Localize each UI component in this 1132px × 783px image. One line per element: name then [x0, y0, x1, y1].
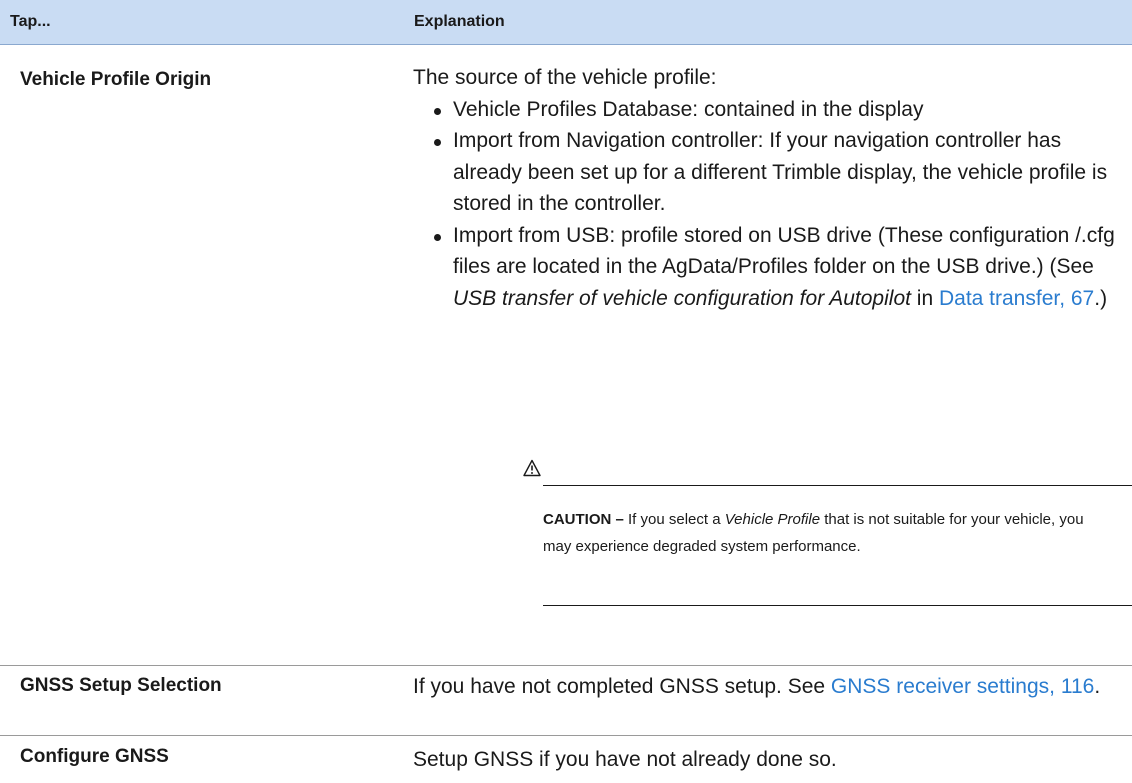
- column-header-tap: Tap...: [10, 13, 51, 30]
- bullet-italic-reference: USB transfer of vehicle configuration fo…: [453, 286, 911, 310]
- caution-italic-term: Vehicle Profile: [724, 511, 821, 528]
- list-item: Vehicle Profiles Database: contained in …: [431, 94, 1118, 126]
- bullet-text-end: .): [1094, 286, 1108, 310]
- data-transfer-link[interactable]: Data transfer, 67: [939, 287, 1094, 310]
- row-explanation-configure-gnss: Setup GNSS if you have not already done …: [413, 748, 837, 771]
- table-header: Tap... Explanation: [0, 0, 1132, 45]
- bullet-text: Import from USB: profile stored on USB d…: [453, 223, 1115, 279]
- caution-text-part: If you select a: [623, 511, 725, 528]
- bullet-dot-icon: [434, 139, 441, 146]
- explanation-text-end: .: [1094, 675, 1101, 698]
- row-label-vehicle-profile-origin: Vehicle Profile Origin: [20, 69, 212, 90]
- row-explanation-vehicle-profile-origin: The source of the vehicle profile: Vehic…: [413, 62, 1118, 314]
- list-item: Import from Navigation controller: If yo…: [431, 125, 1118, 220]
- caution-divider-bottom: [543, 605, 1132, 606]
- warning-triangle-icon: [523, 459, 541, 477]
- bullet-dot-icon: [434, 233, 441, 241]
- caution-text: CAUTION – If you select a Vehicle Profil…: [543, 506, 1103, 560]
- bullet-text-connector: in: [910, 286, 939, 310]
- table-row-configure-gnss: Configure GNSS Setup GNSS if you have no…: [0, 736, 1132, 783]
- caution-divider-top: [543, 485, 1132, 486]
- table-row-gnss-setup-selection: GNSS Setup Selection If you have not com…: [0, 666, 1132, 735]
- row-label-configure-gnss: Configure GNSS: [20, 746, 169, 767]
- bullet-list: Vehicle Profiles Database: contained in …: [413, 94, 1118, 315]
- caution-note: CAUTION – If you select a Vehicle Profil…: [523, 459, 1132, 635]
- column-header-explanation: Explanation: [414, 13, 505, 30]
- bullet-dot-icon: [434, 107, 441, 115]
- row-label-gnss-setup-selection: GNSS Setup Selection: [20, 675, 222, 696]
- gnss-receiver-settings-link[interactable]: GNSS receiver settings, 116: [831, 675, 1094, 698]
- bullet-text: Vehicle Profiles Database: contained in …: [453, 97, 924, 121]
- row-explanation-gnss-setup-selection: If you have not completed GNSS setup. Se…: [413, 671, 1118, 703]
- list-item: Import from USB: profile stored on USB d…: [431, 220, 1118, 315]
- bullet-text: Import from Navigation controller: If yo…: [453, 129, 1108, 215]
- explanation-intro: The source of the vehicle profile:: [413, 66, 717, 89]
- caution-label: CAUTION –: [543, 511, 624, 528]
- explanation-text: If you have not completed GNSS setup. Se…: [413, 675, 831, 698]
- table-row-vehicle-profile-origin: Vehicle Profile Origin The source of the…: [0, 44, 1132, 665]
